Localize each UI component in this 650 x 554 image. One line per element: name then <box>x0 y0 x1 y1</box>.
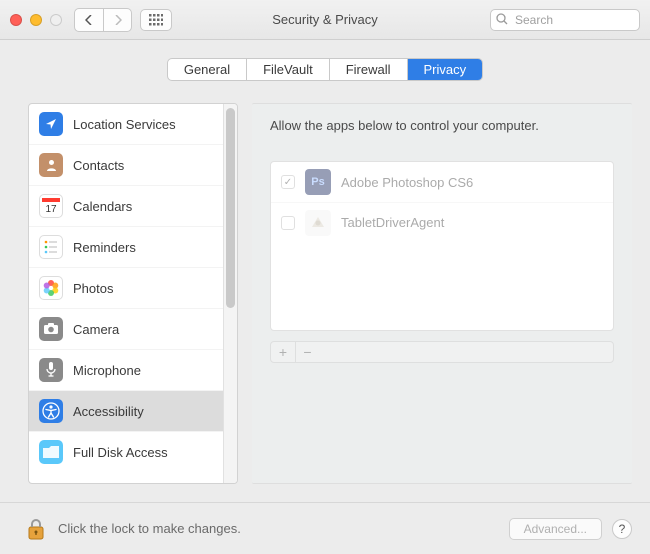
folder-icon <box>39 440 63 464</box>
sidebar-item-full-disk-access[interactable]: Full Disk Access <box>29 431 223 472</box>
tab-filevault[interactable]: FileVault <box>246 59 329 80</box>
sidebar-item-location-services[interactable]: Location Services <box>29 104 223 144</box>
chevron-left-icon <box>85 15 93 25</box>
sidebar-item-label: Camera <box>73 322 119 337</box>
location-arrow-icon <box>39 112 63 136</box>
sidebar-item-label: Full Disk Access <box>73 445 168 460</box>
search-input[interactable] <box>490 9 640 31</box>
sidebar-item-label: Location Services <box>73 117 176 132</box>
app-list: ✓ Ps Adobe Photoshop CS6 TabletDriverAge… <box>270 161 614 331</box>
advanced-button[interactable]: Advanced... <box>509 518 602 540</box>
sidebar-item-reminders[interactable]: Reminders <box>29 226 223 267</box>
back-button[interactable] <box>75 9 103 31</box>
lock-button[interactable] <box>24 517 48 541</box>
sidebar-list[interactable]: Location Services Contacts 17 Calendars <box>29 104 223 483</box>
app-checkbox[interactable] <box>281 216 295 230</box>
sidebar-item-label: Calendars <box>73 199 132 214</box>
traffic-lights <box>10 14 62 26</box>
chevron-right-icon <box>114 15 122 25</box>
contacts-icon <box>39 153 63 177</box>
sidebar-item-label: Reminders <box>73 240 136 255</box>
search-icon <box>496 13 508 28</box>
zoom-window <box>50 14 62 26</box>
calendar-icon: 17 <box>39 194 63 218</box>
app-checkbox[interactable]: ✓ <box>281 175 295 189</box>
reminders-icon <box>39 235 63 259</box>
sidebar-item-label: Photos <box>73 281 113 296</box>
forward-button <box>103 9 131 31</box>
sidebar-item-label: Accessibility <box>73 404 144 419</box>
sidebar: Location Services Contacts 17 Calendars <box>28 103 238 484</box>
scrollbar-thumb[interactable] <box>226 108 235 308</box>
minimize-window[interactable] <box>30 14 42 26</box>
window: Security & Privacy General FileVault Fir… <box>0 0 650 554</box>
lock-text: Click the lock to make changes. <box>58 521 241 536</box>
nav-buttons <box>74 8 132 32</box>
sidebar-item-contacts[interactable]: Contacts <box>29 144 223 185</box>
grid-icon <box>149 14 163 26</box>
sidebar-item-label: Contacts <box>73 158 124 173</box>
app-row[interactable]: TabletDriverAgent <box>271 202 613 242</box>
generic-app-icon <box>305 210 331 236</box>
accessibility-icon <box>39 399 63 423</box>
tab-privacy[interactable]: Privacy <box>407 59 483 80</box>
tab-general[interactable]: General <box>168 59 246 80</box>
sidebar-item-camera[interactable]: Camera <box>29 308 223 349</box>
sidebar-item-microphone[interactable]: Microphone <box>29 349 223 390</box>
footer: Click the lock to make changes. Advanced… <box>0 502 650 554</box>
add-button[interactable]: + <box>271 342 295 362</box>
segmented-control: General FileVault Firewall Privacy <box>167 58 483 81</box>
add-remove-buttons: + − <box>270 341 614 363</box>
sidebar-scrollbar[interactable] <box>223 104 237 483</box>
close-window[interactable] <box>10 14 22 26</box>
main-panel: Allow the apps below to control your com… <box>252 103 632 484</box>
photos-icon <box>39 276 63 300</box>
camera-icon <box>39 317 63 341</box>
microphone-icon <box>39 358 63 382</box>
sidebar-item-accessibility[interactable]: Accessibility <box>29 390 223 431</box>
help-button[interactable]: ? <box>612 519 632 539</box>
tab-bar: General FileVault Firewall Privacy <box>0 40 650 93</box>
search-container <box>490 9 640 31</box>
main-prompt: Allow the apps below to control your com… <box>270 118 614 133</box>
app-name: TabletDriverAgent <box>341 215 444 230</box>
titlebar: Security & Privacy <box>0 0 650 40</box>
app-row[interactable]: ✓ Ps Adobe Photoshop CS6 <box>271 162 613 202</box>
remove-button[interactable]: − <box>295 342 319 362</box>
app-name: Adobe Photoshop CS6 <box>341 175 473 190</box>
sidebar-item-photos[interactable]: Photos <box>29 267 223 308</box>
show-all-button[interactable] <box>140 9 172 31</box>
svg-text:17: 17 <box>45 204 57 215</box>
photoshop-icon: Ps <box>305 169 331 195</box>
sidebar-item-label: Microphone <box>73 363 141 378</box>
sidebar-item-calendars[interactable]: 17 Calendars <box>29 185 223 226</box>
tab-firewall[interactable]: Firewall <box>329 59 407 80</box>
lock-icon <box>26 517 46 541</box>
content: Location Services Contacts 17 Calendars <box>0 93 650 502</box>
